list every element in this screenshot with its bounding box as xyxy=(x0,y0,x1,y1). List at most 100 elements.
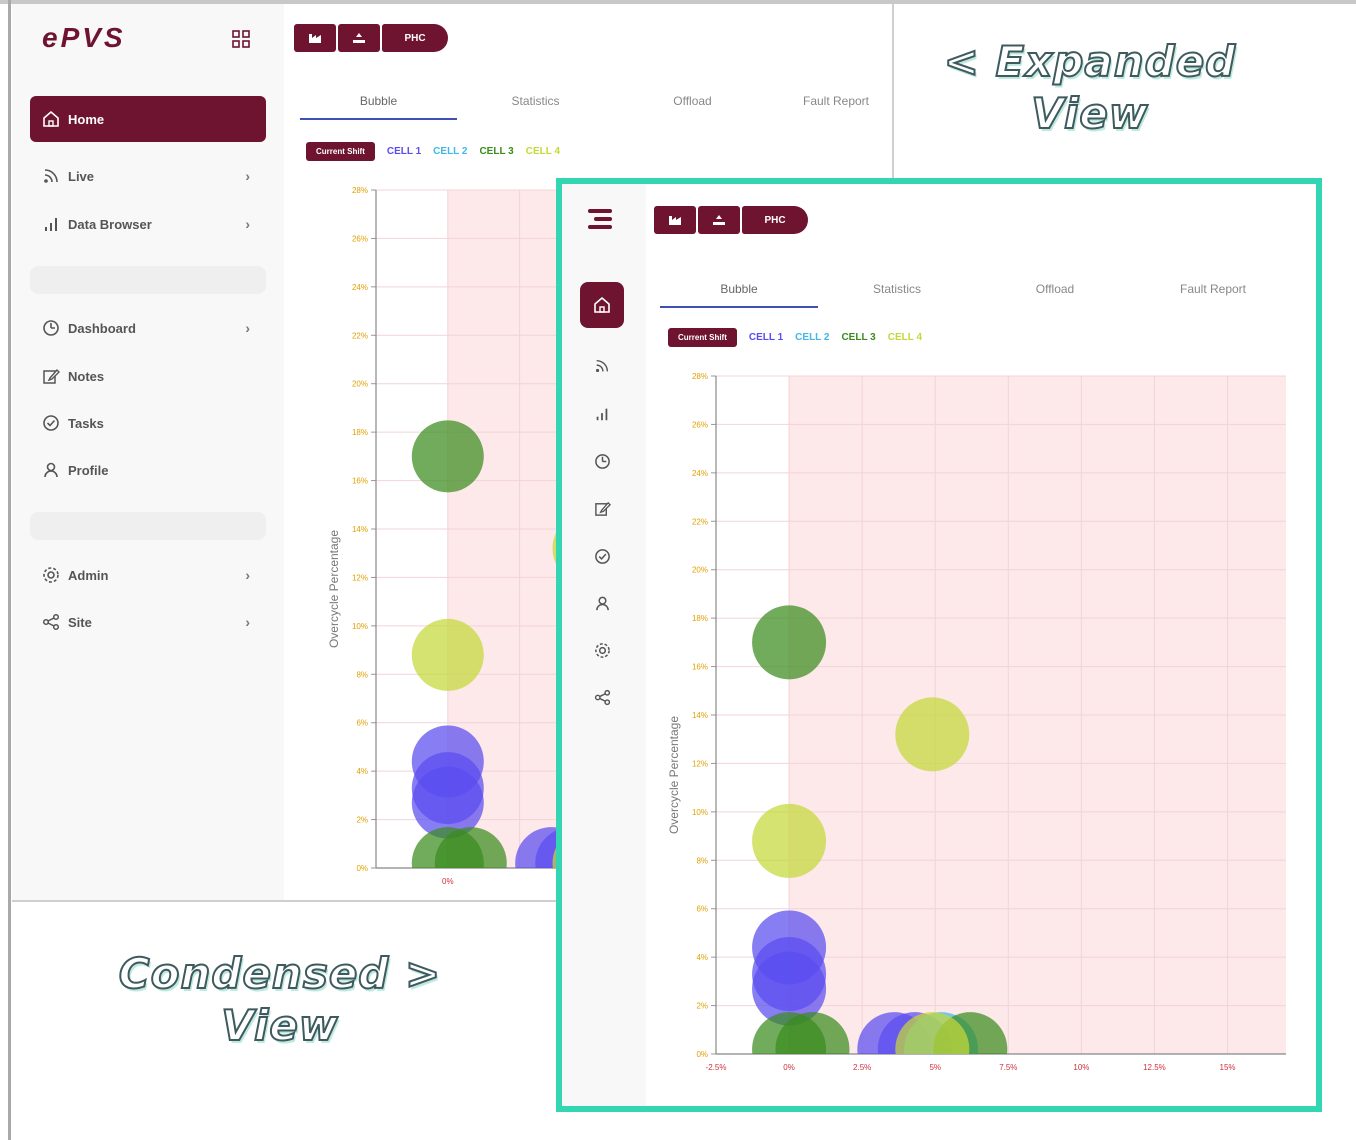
y-tick-label: 24% xyxy=(692,469,708,478)
sidebar-divider xyxy=(30,512,266,540)
hierarchy-icon xyxy=(713,215,725,225)
sidebar-item-site[interactable]: Site › xyxy=(30,600,266,644)
share-icon xyxy=(594,689,610,705)
y-tick-label: 10% xyxy=(692,808,708,817)
gear-icon xyxy=(42,566,60,584)
tab-fault-report[interactable]: Fault Report xyxy=(1134,282,1292,308)
legend-cell-1[interactable]: CELL 1 xyxy=(387,146,421,157)
sidebar-item-profile[interactable]: Profile xyxy=(30,448,266,492)
hamburger-menu-icon[interactable] xyxy=(588,208,614,230)
toolbar-button-group: PHC xyxy=(654,206,808,234)
y-tick-label: 12% xyxy=(352,573,368,582)
bar-chart-icon xyxy=(596,408,608,421)
hierarchy-icon xyxy=(353,33,365,43)
tab-offload[interactable]: Offload xyxy=(976,282,1134,308)
mini-nav-profile[interactable] xyxy=(580,581,624,625)
tab-fault-report[interactable]: Fault Report xyxy=(771,94,892,120)
condensed-view-caption: Condensed > View xyxy=(110,948,450,1052)
legend-cell-2[interactable]: CELL 2 xyxy=(795,332,829,343)
y-tick-label: 14% xyxy=(692,711,708,720)
x-tick-label: 0% xyxy=(442,877,454,886)
current-shift-button[interactable]: Current Shift xyxy=(306,142,375,161)
rss-icon xyxy=(42,167,60,185)
sidebar-item-home[interactable]: Home xyxy=(30,96,266,142)
y-tick-label: 12% xyxy=(692,759,708,768)
bubble-cell-4 xyxy=(411,618,484,691)
y-tick-label: 26% xyxy=(692,420,708,429)
condensed-view-window: PHC Bubble Statistics Offload Fault Repo… xyxy=(556,178,1322,1112)
gauge-icon xyxy=(594,453,610,469)
chevron-right-icon: › xyxy=(245,614,250,630)
y-tick-label: 24% xyxy=(352,283,368,292)
frame-left-border xyxy=(8,0,11,1140)
legend-cell-4[interactable]: CELL 4 xyxy=(526,146,560,157)
y-tick-label: 8% xyxy=(696,856,708,865)
mini-nav-home[interactable] xyxy=(580,282,624,328)
home-icon xyxy=(42,110,60,128)
tab-statistics[interactable]: Statistics xyxy=(457,94,614,120)
app-logo[interactable]: ePVS xyxy=(42,22,126,54)
mini-nav-notes[interactable] xyxy=(580,486,624,530)
legend-cell-1[interactable]: CELL 1 xyxy=(749,332,783,343)
y-tick-label: 0% xyxy=(696,1050,708,1059)
check-circle-icon xyxy=(42,414,60,432)
gear-icon xyxy=(594,642,610,658)
legend-cell-3[interactable]: CELL 3 xyxy=(479,146,513,157)
sidebar-item-admin[interactable]: Admin › xyxy=(30,553,266,597)
tab-bubble[interactable]: Bubble xyxy=(300,94,457,120)
tab-offload[interactable]: Offload xyxy=(614,94,771,120)
y-axis-label: Overcycle Percentage xyxy=(327,530,341,648)
phc-button[interactable]: PHC xyxy=(382,24,448,52)
home-icon xyxy=(594,296,610,313)
tab-statistics[interactable]: Statistics xyxy=(818,282,976,308)
sidebar-item-label: Profile xyxy=(68,462,109,478)
tab-bubble[interactable]: Bubble xyxy=(660,282,818,308)
sidebar-divider xyxy=(30,266,266,294)
sidebar-item-data-browser[interactable]: Data Browser › xyxy=(30,202,266,246)
mini-nav-admin[interactable] xyxy=(580,628,624,672)
bubble-cell-3 xyxy=(411,420,484,493)
sidebar-item-tasks[interactable]: Tasks xyxy=(30,401,266,445)
sidebar-item-label: Home xyxy=(68,111,105,127)
y-tick-label: 6% xyxy=(356,719,368,728)
mini-nav-tasks[interactable] xyxy=(580,534,624,578)
x-tick-label: 0% xyxy=(783,1063,795,1072)
mini-nav-data-browser[interactable] xyxy=(580,392,624,436)
phc-button[interactable]: PHC xyxy=(742,206,808,234)
y-tick-label: 6% xyxy=(696,905,708,914)
y-tick-label: 8% xyxy=(356,670,368,679)
sidebar-item-live[interactable]: Live › xyxy=(30,154,266,198)
bubble-cell-3 xyxy=(752,605,827,680)
grid-icon[interactable] xyxy=(232,30,250,48)
chevron-right-icon: › xyxy=(245,567,250,583)
y-tick-label: 0% xyxy=(356,864,368,873)
hierarchy-button[interactable] xyxy=(698,206,740,234)
legend-cell-2[interactable]: CELL 2 xyxy=(433,146,467,157)
mini-nav-dashboard[interactable] xyxy=(580,439,624,483)
y-tick-label: 4% xyxy=(356,767,368,776)
legend-cell-3[interactable]: CELL 3 xyxy=(841,332,875,343)
rss-icon xyxy=(595,359,609,373)
bubble-chart: 0% 2% 4% 6% 8% 10% 12% 14% 16% 18% 20% 22% 24% 26% 28%… xyxy=(667,372,1286,1072)
legend-cell-4[interactable]: CELL 4 xyxy=(888,332,922,343)
current-shift-button[interactable]: Current Shift xyxy=(668,328,737,347)
sidebar-item-label: Data Browser xyxy=(68,216,152,232)
hierarchy-button[interactable] xyxy=(338,24,380,52)
factory-button[interactable] xyxy=(654,206,696,234)
mini-nav-site[interactable] xyxy=(580,675,624,719)
factory-icon xyxy=(309,34,321,43)
sidebar-item-dashboard[interactable]: Dashboard › xyxy=(30,306,266,350)
y-tick-label: 2% xyxy=(356,816,368,825)
sidebar-item-label: Tasks xyxy=(68,415,104,431)
y-tick-label: 2% xyxy=(696,1002,708,1011)
check-circle-icon xyxy=(594,548,610,564)
factory-button[interactable] xyxy=(294,24,336,52)
y-tick-label: 28% xyxy=(692,372,708,381)
mini-nav-live[interactable] xyxy=(580,344,624,388)
y-tick-label: 16% xyxy=(352,477,368,486)
user-icon xyxy=(42,461,60,479)
sidebar-item-notes[interactable]: Notes xyxy=(30,354,266,398)
y-tick-label: 18% xyxy=(692,614,708,623)
bubble-cell-4 xyxy=(895,697,970,772)
chevron-right-icon: › xyxy=(245,320,250,336)
